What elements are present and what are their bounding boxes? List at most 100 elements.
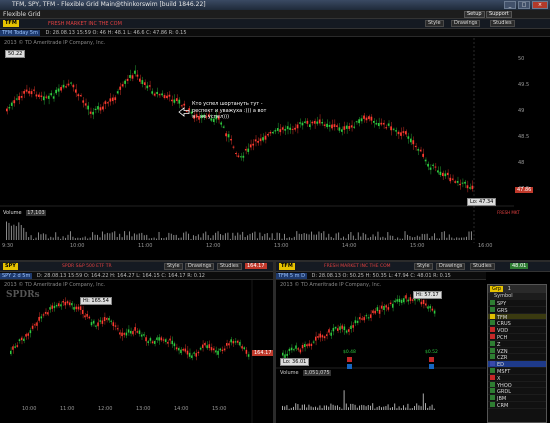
tfm-style-button[interactable]: Style — [414, 263, 433, 270]
top-chart-area[interactable]: 5049.54948.54847.5 9:3010:0011:0012:0013… — [0, 38, 550, 248]
tfm-drawings-button[interactable]: Drawings — [436, 263, 466, 270]
candle-body — [20, 95, 23, 98]
spy-symbol-box[interactable]: SPY — [3, 263, 18, 270]
volume-bar — [89, 237, 91, 240]
candle-body — [18, 96, 21, 101]
watchlist-row[interactable]: TFM — [488, 313, 546, 321]
candle-body — [301, 344, 304, 349]
volume-bar — [434, 233, 436, 240]
candle-body — [400, 299, 403, 303]
candle-body — [333, 124, 336, 127]
candle-body — [348, 329, 350, 332]
candle-body — [397, 131, 400, 135]
volume-bar — [303, 233, 305, 240]
volume-bar — [148, 238, 150, 240]
volume-bar — [197, 234, 199, 240]
volume-bar — [282, 405, 283, 410]
watchlist-row[interactable]: Z — [488, 340, 546, 348]
tfm-chart-area[interactable] — [276, 280, 486, 423]
volume-bar — [244, 237, 246, 240]
spy-style-button[interactable]: Style — [164, 263, 183, 270]
y-tick-label: 48.5 — [518, 134, 529, 140]
watchlist-row[interactable]: ED — [488, 361, 546, 368]
candle-body — [321, 335, 324, 338]
candle-body — [129, 75, 131, 78]
setup-button[interactable]: Setup — [464, 11, 485, 18]
window-title: TFM, SPY, TFM - Flexible Grid Main@think… — [12, 1, 206, 8]
top-chart-company: FRESH MARKET INC THE COM — [48, 21, 122, 27]
volume-bar — [190, 238, 192, 240]
candle-body — [276, 128, 279, 131]
watchlist-row[interactable]: MSFT — [488, 367, 546, 375]
volume-bar — [116, 237, 118, 240]
candle-body — [471, 185, 474, 190]
earnings-icon[interactable] — [347, 364, 352, 369]
top-timeframe[interactable]: TFM Today 5m — [0, 30, 40, 36]
watchlist-column-symbol[interactable]: Symbol — [488, 293, 546, 300]
top-style-button[interactable]: Style — [425, 20, 444, 27]
tfm-symbol-box[interactable]: TFM — [279, 263, 295, 270]
menu-bar: Flexible Grid Setup Support — [0, 10, 550, 19]
candle-body — [30, 91, 33, 95]
candle-body — [94, 108, 97, 111]
watchlist-row[interactable]: GRDL — [488, 388, 546, 395]
dividend-icon[interactable] — [347, 357, 352, 362]
candle-body — [247, 148, 250, 152]
candle-body — [126, 78, 129, 81]
support-button[interactable]: Support — [486, 11, 512, 18]
spy-chart-area[interactable]: 10:00 11:00 12:00 13:00 14:00 15:00 — [0, 280, 273, 423]
tfm-timeframe[interactable]: TFM 5 m D — [276, 273, 307, 279]
spy-drawings-button[interactable]: Drawings — [185, 263, 215, 270]
dividend-icon[interactable] — [429, 357, 434, 362]
minimize-button[interactable]: _ — [504, 1, 516, 9]
candle-body — [119, 332, 121, 335]
spy-last-price: 164.17 — [252, 350, 274, 356]
close-button[interactable]: × — [532, 1, 548, 9]
volume-bar — [60, 238, 62, 240]
watchlist-row[interactable]: CRUS — [488, 320, 546, 327]
candle-body — [306, 120, 309, 124]
candle-body — [331, 124, 333, 129]
top-symbol-box[interactable]: TFM — [3, 20, 19, 27]
candle-body — [204, 342, 206, 346]
candle-body — [169, 338, 171, 341]
spy-timeframe[interactable]: SPY 2 d 5m — [0, 273, 33, 279]
tfm-studies-button[interactable]: Studies — [470, 263, 495, 270]
x-tick-label: 15:00 — [410, 243, 424, 248]
layout-name[interactable]: Flexible Grid — [3, 11, 41, 18]
watchlist-row[interactable]: CRM — [488, 401, 546, 409]
watchlist-symbol: GRS — [497, 307, 508, 314]
watchlist-symbol: X — [497, 375, 501, 382]
watchlist-row[interactable]: X — [488, 374, 546, 382]
top-drawings-button[interactable]: Drawings — [451, 20, 481, 27]
earnings-icon[interactable] — [429, 364, 434, 369]
watchlist-row[interactable]: JBM — [488, 395, 546, 402]
watchlist-row[interactable]: SPY — [488, 300, 546, 307]
candle-body — [317, 336, 319, 338]
watchlist-panel: Grp 1 Symbol SPY GRS TFM CRUS VOD PCH Z VZN CZR E… — [487, 284, 547, 423]
spy-studies-button[interactable]: Studies — [217, 263, 242, 270]
candle-body — [311, 121, 314, 124]
top-volume-label: Volume 17,103 — [3, 210, 46, 216]
top-studies-button[interactable]: Studies — [490, 20, 515, 27]
volume-bar — [402, 238, 404, 240]
watchlist-row[interactable]: PCH — [488, 333, 546, 341]
candle-body — [395, 130, 397, 132]
candle-body — [121, 84, 124, 87]
watchlist-row[interactable]: YHOO — [488, 381, 546, 389]
candle-body — [345, 330, 348, 333]
maximize-button[interactable]: □ — [518, 1, 530, 9]
volume-bar — [326, 405, 327, 410]
volume-bar — [385, 406, 387, 410]
candle-body — [409, 138, 412, 143]
watchlist-row[interactable]: GRS — [488, 306, 546, 314]
volume-bar — [411, 237, 413, 240]
volume-bar — [361, 404, 363, 410]
top-quote: D: 28.08.13 15:59 O: 46 H: 48.1 L: 46.6 … — [45, 30, 187, 36]
candle-body — [112, 322, 115, 327]
watchlist-row[interactable]: CZR — [488, 354, 546, 361]
watchlist-row[interactable]: VZN — [488, 347, 546, 355]
watchlist-row[interactable]: VOD — [488, 327, 546, 334]
candle-body — [279, 129, 282, 133]
watchlist-group[interactable]: Grp — [490, 286, 504, 292]
